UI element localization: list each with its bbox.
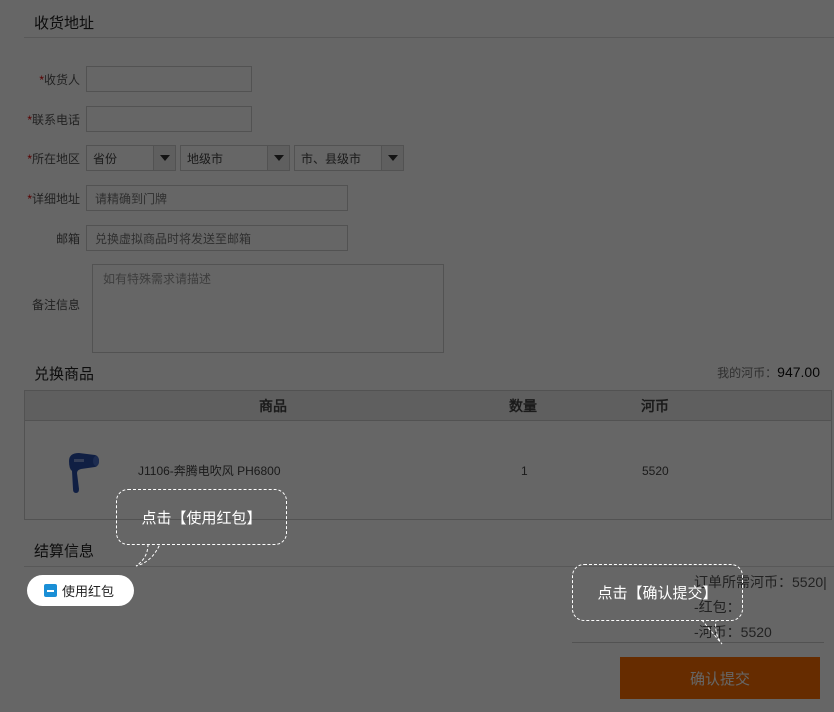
tip-bubble-redpacket: 点击【使用红包】: [116, 489, 287, 545]
remark-label: 备注信息: [31, 297, 80, 312]
hair-dryer-icon: [69, 453, 99, 493]
receiver-row: *收货人: [0, 66, 252, 92]
tip-tail: [135, 544, 161, 567]
phone-label: *联系电话: [0, 111, 86, 128]
settle-section-title: 结算信息: [34, 543, 95, 560]
receiver-label: *收货人: [0, 71, 86, 88]
column-header-coins: 河币: [641, 398, 669, 414]
goods-section-title: 兑换商品: [34, 366, 95, 383]
order-coins-trail: |: [823, 574, 827, 590]
phone-input[interactable]: [86, 106, 252, 132]
product-coins: 5520: [642, 464, 669, 478]
email-row: 邮箱 兑换虚拟商品时将发送至邮箱: [0, 225, 348, 251]
phone-label-text: 联系电话: [31, 112, 80, 127]
province-value: 省份: [93, 151, 118, 166]
region-label: *所在地区: [0, 150, 86, 167]
chevron-down-icon: [267, 146, 289, 170]
address-label: *详细地址: [0, 190, 86, 207]
email-input[interactable]: 兑换虚拟商品时将发送至邮箱: [86, 225, 348, 251]
district-select[interactable]: 市、县级市: [294, 145, 404, 171]
my-coins-label: 我的河币：: [717, 366, 778, 380]
product-qty: 1: [521, 464, 528, 478]
tip-submit-text: 点击【确认提交】: [597, 585, 718, 602]
remark-row: 备注信息: [0, 291, 86, 317]
divider: [572, 642, 824, 643]
my-coins-value: 947.00: [777, 364, 820, 380]
remark-textarea[interactable]: 如有特殊需求请描述: [92, 264, 444, 353]
checkbox-icon: [44, 584, 57, 597]
my-coins: 我的河币：947.00: [717, 364, 820, 381]
address-input[interactable]: 请精确到门牌: [86, 185, 348, 211]
address-label-text: 详细地址: [31, 191, 80, 206]
tip-bubble-submit: 点击【确认提交】: [572, 564, 743, 621]
use-redpacket-checkbox[interactable]: 使用红包: [27, 575, 134, 606]
table-header: 商品 数量 河币: [25, 391, 831, 421]
email-label: 邮箱: [55, 231, 80, 246]
phone-row: *联系电话: [0, 106, 252, 132]
column-header-qty: 数量: [509, 398, 537, 414]
receiver-label-text: 收货人: [43, 72, 80, 87]
district-value: 市、县级市: [301, 151, 362, 166]
submit-button[interactable]: 确认提交: [620, 657, 820, 699]
region-label-text: 所在地区: [31, 151, 80, 166]
tip-tail: [701, 620, 723, 645]
chevron-down-icon: [381, 146, 403, 170]
chevron-down-icon: [153, 146, 175, 170]
divider: [24, 37, 834, 38]
product-name[interactable]: J1106-奔腾电吹风 PH6800: [138, 462, 281, 479]
use-redpacket-label: 使用红包: [62, 584, 115, 599]
city-value: 地级市: [187, 151, 224, 166]
province-select[interactable]: 省份: [86, 145, 176, 171]
exchange-page: 收货地址 *收货人 *联系电话 *所在地区 省份 地级市 市、县级市 *详细地址…: [0, 0, 834, 712]
column-header-product: 商品: [259, 398, 287, 414]
tip-redpacket-text: 点击【使用红包】: [141, 509, 262, 527]
receiver-input[interactable]: [86, 66, 252, 92]
address-row: *详细地址 请精确到门牌: [0, 185, 348, 211]
city-select[interactable]: 地级市: [180, 145, 290, 171]
address-section-title: 收货地址: [34, 15, 95, 32]
region-row: *所在地区 省份 地级市 市、县级市: [0, 145, 408, 171]
